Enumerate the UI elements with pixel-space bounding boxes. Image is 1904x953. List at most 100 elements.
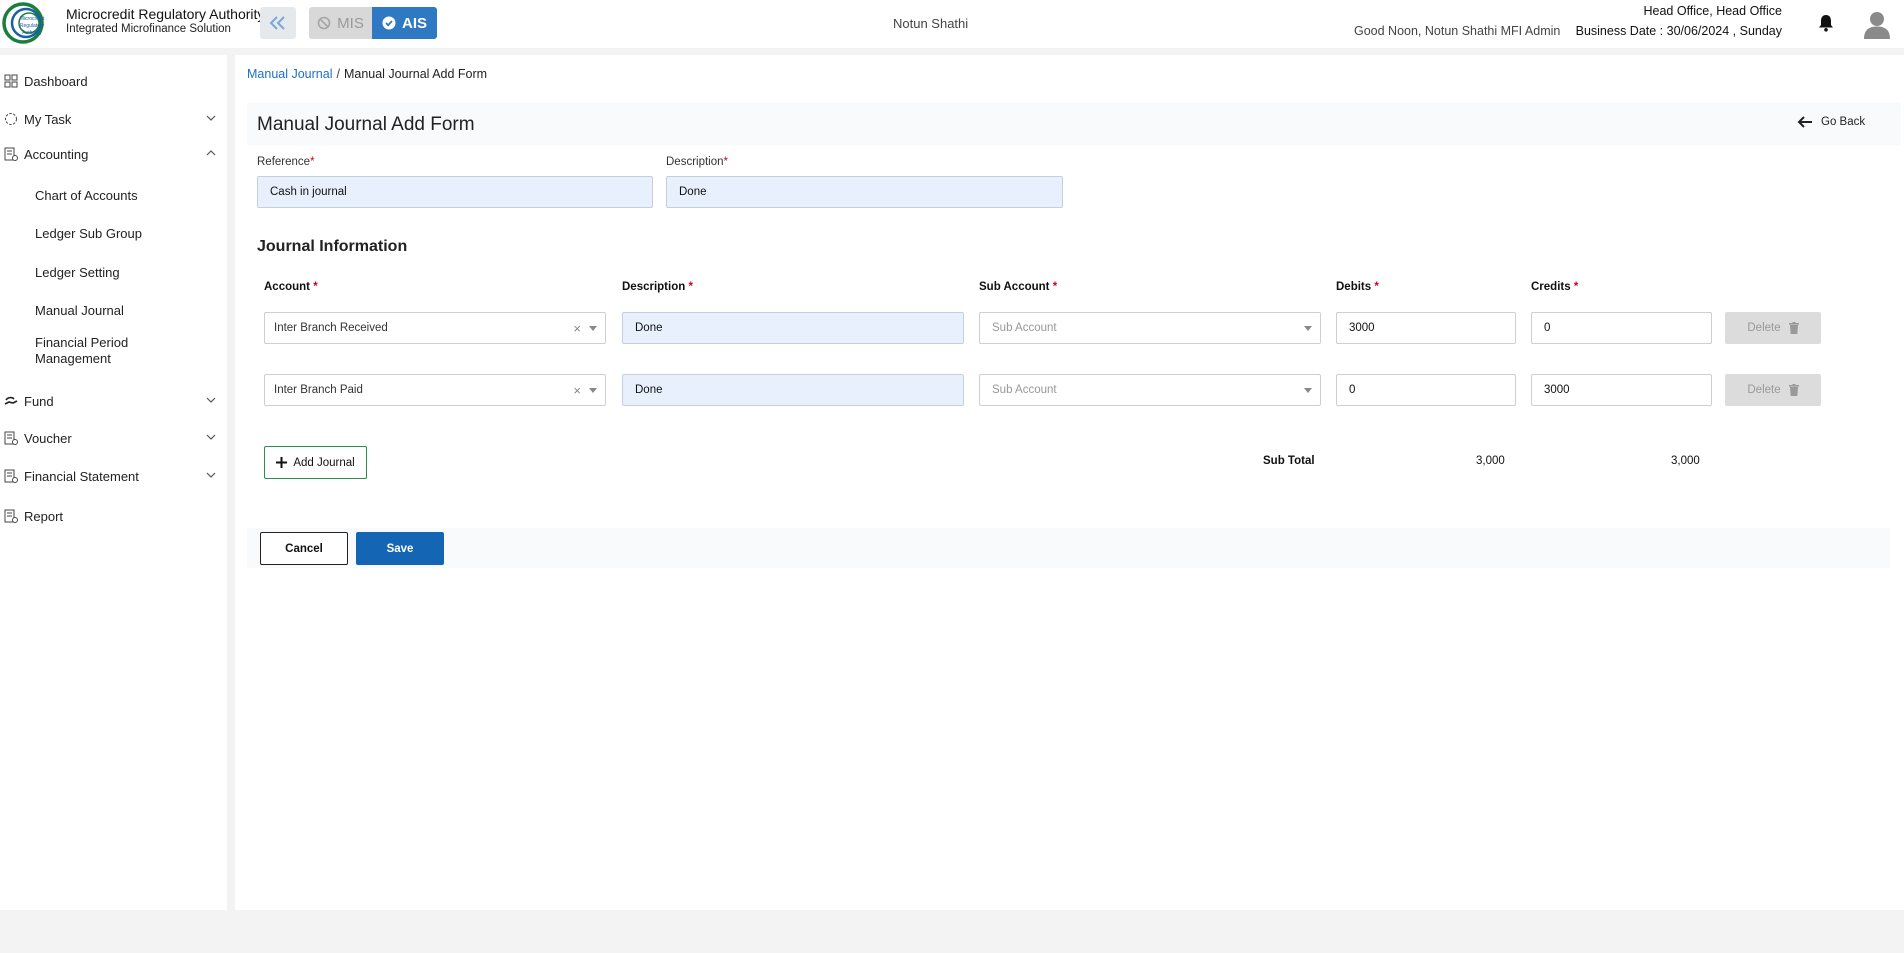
chevron-down-icon	[206, 115, 216, 121]
sub-account-select[interactable]: Sub Account	[979, 374, 1321, 406]
journal-information-title: Journal Information	[257, 238, 408, 255]
account-select-value: Inter Branch Received	[274, 322, 388, 334]
ais-toggle[interactable]: AIS	[372, 7, 437, 39]
sub-account-placeholder: Sub Account	[992, 384, 1057, 396]
sidebar-subitem-ledger-setting[interactable]: Ledger Setting	[35, 265, 120, 281]
sub-account-placeholder: Sub Account	[992, 322, 1057, 334]
sidebar-item-voucher[interactable]: Voucher	[0, 423, 227, 453]
sidebar-subitem-financial-period[interactable]: Financial Period Management	[35, 335, 155, 367]
add-journal-label: Add Journal	[293, 456, 355, 469]
clear-icon[interactable]: ×	[573, 383, 581, 398]
organization-name: Notun Shathi	[893, 16, 969, 31]
collapse-sidebar-button[interactable]	[260, 7, 296, 39]
subtotal-debit: 3,000	[1476, 455, 1505, 467]
reference-label: Reference*	[257, 156, 315, 168]
check-circle-icon	[382, 16, 396, 30]
sidebar-subitem-chart-of-accounts[interactable]: Chart of Accounts	[35, 188, 138, 204]
hand-coin-icon	[4, 396, 18, 405]
required-mark: *	[723, 156, 729, 168]
ledger-icon	[4, 469, 18, 483]
notification-bell-icon[interactable]	[1818, 14, 1834, 32]
sidebar-item-label: Voucher	[24, 430, 72, 446]
column-header-text: Debits	[1336, 281, 1372, 293]
ais-label: AIS	[401, 14, 427, 32]
required-mark: *	[1374, 281, 1379, 293]
page-title: Manual Journal Add Form	[257, 114, 475, 135]
caret-down-icon[interactable]	[1304, 388, 1312, 393]
column-header-sub-account: Sub Account *	[979, 281, 1057, 293]
go-back-button[interactable]: Go Back	[1797, 115, 1865, 129]
delete-label: Delete	[1747, 322, 1781, 334]
sidebar-item-label: Accounting	[24, 146, 89, 162]
column-header-text: Sub Account	[979, 281, 1050, 293]
account-select-value: Inter Branch Paid	[274, 384, 363, 396]
add-journal-button[interactable]: Add Journal	[264, 446, 367, 479]
sidebar-subitem-ledger-sub-group[interactable]: Ledger Sub Group	[35, 226, 142, 242]
plus-icon	[276, 457, 288, 468]
debit-input[interactable]: 3000	[1336, 312, 1516, 344]
clear-icon[interactable]: ×	[573, 321, 581, 336]
module-switch: MIS AIS	[309, 7, 437, 39]
required-mark: *	[310, 156, 315, 168]
breadcrumb-link-manual-journal[interactable]: Manual Journal	[247, 67, 332, 81]
cancel-button[interactable]: Cancel	[260, 532, 348, 565]
required-mark: *	[688, 281, 693, 293]
office-name: Head Office, Head Office	[1643, 4, 1782, 18]
subtotal-label: Sub Total	[1263, 455, 1315, 467]
mis-toggle[interactable]: MIS	[309, 7, 372, 39]
column-header-account: Account *	[264, 281, 318, 293]
delete-row-button[interactable]: Delete	[1725, 374, 1821, 406]
caret-down-icon[interactable]	[589, 388, 597, 393]
ledger-icon	[4, 431, 18, 445]
sidebar-item-label: Fund	[24, 393, 54, 409]
caret-down-icon[interactable]	[1304, 326, 1312, 331]
ledger-icon	[4, 509, 18, 523]
double-chevron-left-icon	[269, 16, 285, 30]
credit-input[interactable]: 3000	[1531, 374, 1712, 406]
sidebar-item-accounting[interactable]: Accounting	[0, 139, 227, 169]
caret-down-icon[interactable]	[589, 326, 597, 331]
breadcrumb-current: Manual Journal Add Form	[343, 67, 488, 81]
account-select[interactable]: Inter Branch Received ×	[264, 312, 606, 344]
sidebar-item-label: Financial Statement	[24, 468, 139, 484]
column-header-text: Account	[264, 281, 310, 293]
sidebar-subitem-manual-journal[interactable]: Manual Journal	[35, 303, 124, 319]
reference-input[interactable]: Cash in journal	[257, 176, 653, 208]
column-header-description: Description *	[622, 281, 693, 293]
svg-text:Microcredit: Microcredit	[20, 16, 45, 22]
save-button[interactable]: Save	[356, 532, 444, 565]
column-header-text: Credits	[1531, 281, 1571, 293]
sidebar-item-report[interactable]: Report	[0, 501, 227, 531]
main-content: Manual Journal / Manual Journal Add Form M…	[235, 55, 1904, 910]
subtotal-credit: 3,000	[1671, 455, 1700, 467]
column-header-text: Description	[622, 281, 686, 293]
description-input[interactable]: Done	[666, 176, 1063, 208]
sidebar-item-label: Dashboard	[24, 73, 88, 89]
chevron-down-icon	[206, 472, 216, 478]
title-bar	[247, 103, 1901, 145]
sidebar-item-financial-statement[interactable]: Financial Statement	[0, 461, 227, 491]
credit-input[interactable]: 0	[1531, 312, 1712, 344]
user-avatar-icon[interactable]	[1862, 9, 1892, 39]
sub-account-select[interactable]: Sub Account	[979, 312, 1321, 344]
debit-input[interactable]: 0	[1336, 374, 1516, 406]
sidebar-item-dashboard[interactable]: Dashboard	[0, 66, 227, 96]
sidebar-item-label: My Task	[24, 111, 72, 127]
arrow-left-icon	[1797, 116, 1812, 128]
chevron-down-icon	[206, 434, 216, 440]
action-bar	[247, 528, 1890, 568]
delete-row-button[interactable]: Delete	[1725, 312, 1821, 344]
delete-label: Delete	[1747, 384, 1781, 396]
sidebar-item-my-task[interactable]: My Task	[0, 104, 227, 134]
org-name: Microcredit Regulatory Authority	[66, 6, 265, 22]
sidebar-item-fund[interactable]: Fund	[0, 386, 227, 416]
go-back-label: Go Back	[1821, 116, 1866, 128]
row-description-input[interactable]: Done	[622, 374, 964, 406]
mra-logo: Microcredit Regulatory Authority	[2, 2, 45, 44]
user-greeting: Good Noon, Notun Shathi MFI Admin	[1354, 24, 1561, 38]
column-header-debits: Debits *	[1336, 281, 1379, 293]
description-label-text: Description	[666, 156, 724, 168]
row-description-input[interactable]: Done	[622, 312, 964, 344]
account-select[interactable]: Inter Branch Paid ×	[264, 374, 606, 406]
svg-text:Authority: Authority	[22, 30, 42, 36]
